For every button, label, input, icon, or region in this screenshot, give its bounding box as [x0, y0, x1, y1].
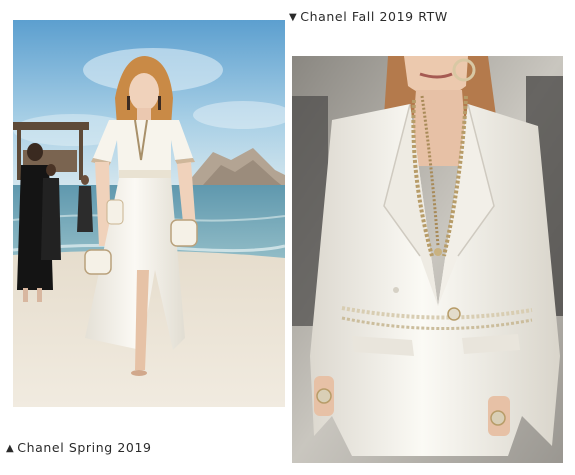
- up-triangle-icon: ▲: [6, 443, 15, 454]
- photo-fall-2019-white-suit: [292, 56, 563, 463]
- caption-spring-2019-text: Chanel Spring 2019: [17, 440, 152, 455]
- caption-fall-2019: ▼ Chanel Fall 2019 RTW: [289, 9, 448, 27]
- caption-fall-2019-text: Chanel Fall 2019 RTW: [300, 9, 448, 24]
- down-triangle-icon: ▼: [289, 12, 298, 23]
- caption-spring-2019: ▲ Chanel Spring 2019: [6, 440, 152, 458]
- photo-spring-2019-beach-runway: [13, 20, 285, 407]
